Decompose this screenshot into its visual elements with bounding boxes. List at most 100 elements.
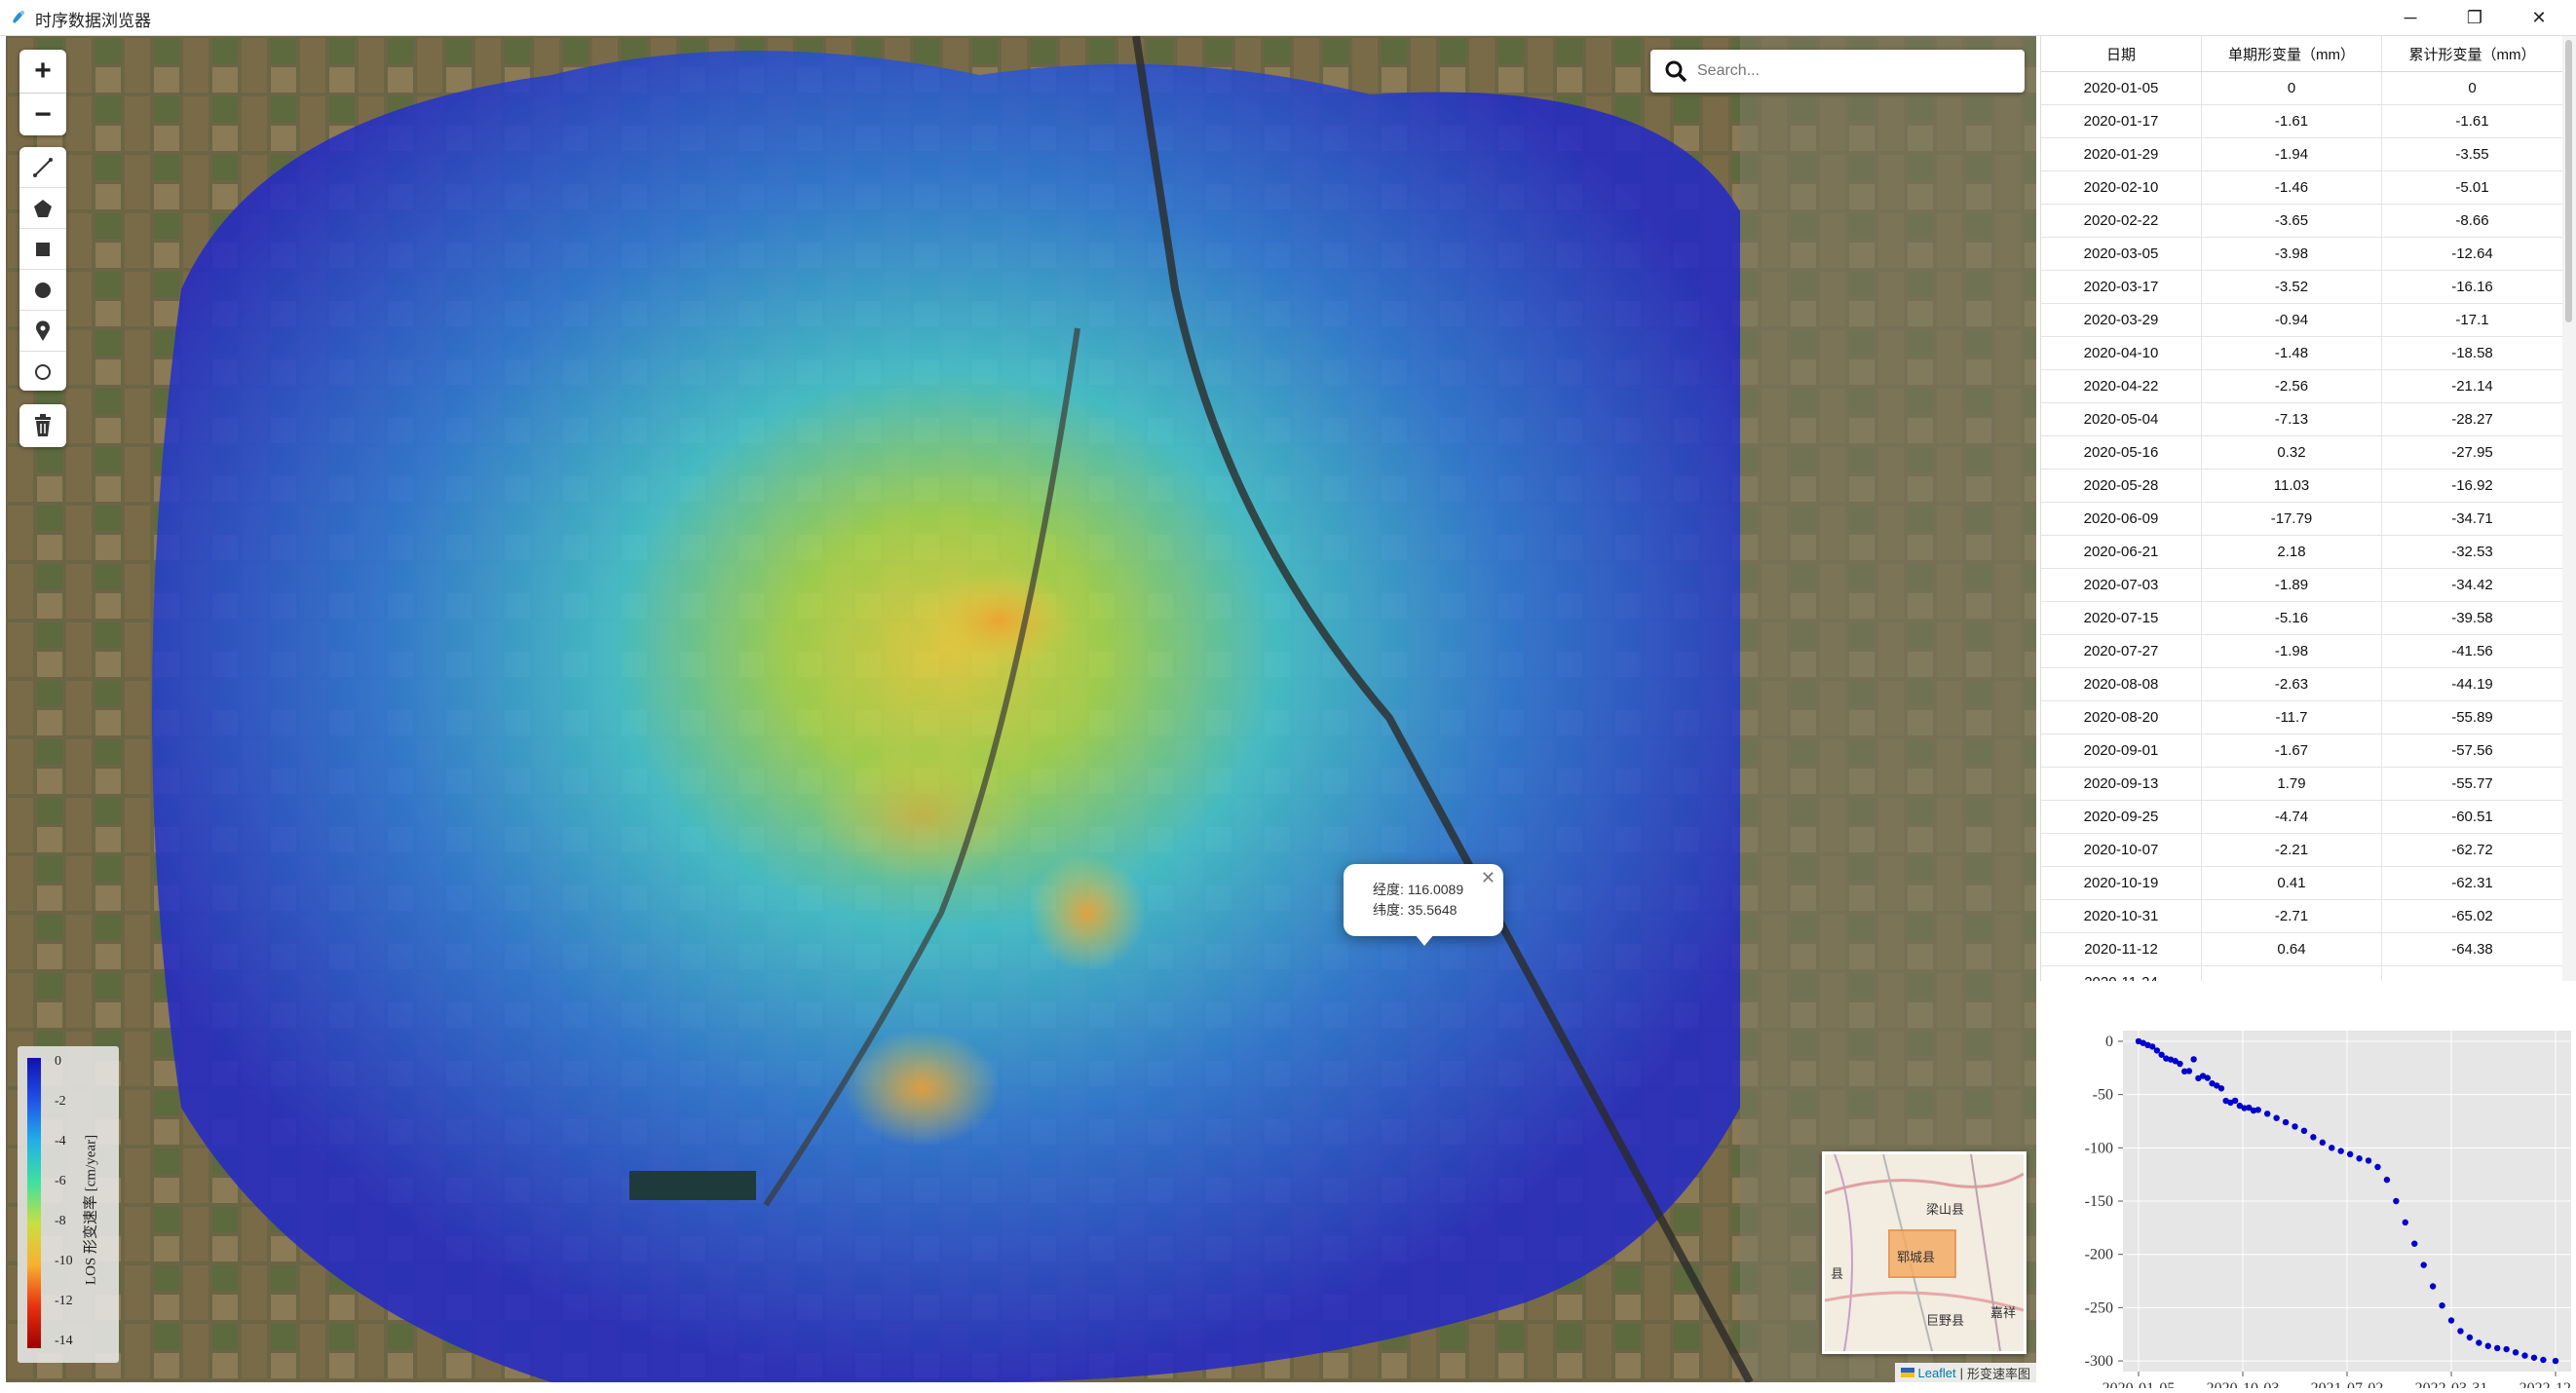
table-row[interactable]: 2020-02-22 -3.65 -8.66 <box>2041 204 2563 238</box>
cell-single: 0.64 <box>2201 932 2382 966</box>
cell-single: -1.67 <box>2201 734 2382 768</box>
legend-tick: -8 <box>55 1214 66 1228</box>
table-row[interactable]: 2020-07-03 -1.89 -34.42 <box>2041 568 2563 602</box>
close-icon[interactable]: ✕ <box>1481 868 1496 888</box>
table-row[interactable]: 2020-04-22 -2.56 -21.14 <box>2041 369 2563 403</box>
x-tick-label: 2020-10-03 <box>2207 1380 2280 1388</box>
zoom-out-button[interactable]: − <box>19 93 66 136</box>
table-scrollbar[interactable] <box>2562 36 2576 981</box>
data-point <box>2503 1345 2510 1353</box>
minimize-button[interactable]: ─ <box>2381 0 2440 35</box>
table-row[interactable]: 2020-09-13 1.79 -55.77 <box>2041 767 2563 801</box>
cell-date: 2020-01-17 <box>2041 104 2202 138</box>
column-header-date[interactable]: 日期 <box>2041 36 2202 72</box>
x-tick-label: 2020-01-05 <box>2102 1380 2176 1388</box>
data-point <box>2484 1342 2491 1349</box>
marker-icon <box>36 320 50 341</box>
table-row[interactable]: 2020-03-17 -3.52 -16.16 <box>2041 270 2563 304</box>
marker-tool-button[interactable] <box>19 310 66 351</box>
cell-single: -1.46 <box>2201 170 2382 205</box>
search-icon[interactable] <box>1664 59 1687 83</box>
cell-cumulative: -65.02 <box>2381 899 2563 933</box>
delete-layers-button[interactable] <box>19 404 66 447</box>
table-row[interactable]: 2020-11-24 <box>2041 965 2563 981</box>
data-point <box>2466 1334 2474 1341</box>
table-row[interactable]: 2020-10-07 -2.21 -62.72 <box>2041 833 2563 867</box>
cell-date: 2020-08-08 <box>2041 667 2202 701</box>
cell-cumulative: -16.16 <box>2381 270 2563 304</box>
table-row[interactable]: 2020-11-12 0.64 -64.38 <box>2041 932 2563 966</box>
polygon-tool-button[interactable] <box>19 187 66 228</box>
table-row[interactable]: 2020-06-09 -17.79 -34.71 <box>2041 502 2563 536</box>
close-button[interactable]: ✕ <box>2510 0 2568 35</box>
cell-single: 0.41 <box>2201 866 2382 900</box>
scrollbar-thumb[interactable] <box>2565 40 2572 322</box>
table-row[interactable]: 2020-09-01 -1.67 -57.56 <box>2041 734 2563 768</box>
zoom-in-button[interactable]: + <box>19 50 66 93</box>
window-title: 时序数据浏览器 <box>35 12 151 30</box>
data-point <box>2185 1068 2193 1074</box>
table-row[interactable]: 2020-07-15 -5.16 -39.58 <box>2041 601 2563 635</box>
cell-cumulative: -41.56 <box>2381 634 2563 668</box>
leaflet-link[interactable]: Leaflet <box>1918 1366 1956 1380</box>
search-input[interactable] <box>1695 56 2011 86</box>
circle-tool-button[interactable] <box>19 269 66 310</box>
table-row[interactable]: 2020-05-04 -7.13 -28.27 <box>2041 402 2563 436</box>
chart-svg: 2020-01-05 2020-10-03 2021-07-02 2022-03-31… <box>2085 1031 2576 1393</box>
table-row[interactable]: 2020-10-19 0.41 -62.31 <box>2041 866 2563 900</box>
cell-date: 2020-03-29 <box>2041 303 2202 337</box>
data-point <box>2552 1357 2559 1365</box>
minimap[interactable]: 梁山县 郓城县 巨野县 嘉祥 县 <box>1822 1151 2027 1354</box>
search-box <box>1650 50 2025 93</box>
legend-tick: -2 <box>55 1094 66 1109</box>
map-layer[interactable] <box>6 36 2036 1382</box>
data-point <box>2204 1074 2212 1081</box>
cell-single: -1.48 <box>2201 336 2382 370</box>
restore-button[interactable]: ❐ <box>2445 0 2504 35</box>
table-row[interactable]: 2020-08-20 -11.7 -55.89 <box>2041 700 2563 734</box>
data-point <box>2540 1356 2547 1364</box>
table-row[interactable]: 2020-01-29 -1.94 -3.55 <box>2041 137 2563 171</box>
table-row[interactable]: 2020-06-21 2.18 -32.53 <box>2041 535 2563 569</box>
table-row[interactable]: 2020-04-10 -1.48 -18.58 <box>2041 336 2563 370</box>
polyline-tool-button[interactable] <box>19 147 66 187</box>
cell-date: 2020-11-12 <box>2041 932 2202 966</box>
data-point <box>2231 1097 2239 1105</box>
table-row[interactable]: 2020-02-10 -1.46 -5.01 <box>2041 170 2563 205</box>
cell-date: 2020-10-19 <box>2041 866 2202 900</box>
table-row[interactable]: 2020-01-17 -1.61 -1.61 <box>2041 104 2563 138</box>
data-point <box>2300 1127 2308 1135</box>
table-row[interactable]: 2020-03-29 -0.94 -17.1 <box>2041 303 2563 337</box>
table-row[interactable]: 2020-07-27 -1.98 -41.56 <box>2041 634 2563 668</box>
data-point <box>2190 1056 2197 1063</box>
cell-date: 2020-07-15 <box>2041 601 2202 635</box>
data-point <box>2383 1176 2391 1184</box>
data-point <box>2310 1134 2317 1141</box>
data-point <box>2329 1145 2335 1151</box>
column-header-cumulative[interactable]: 累计形变量（mm） <box>2381 36 2563 72</box>
cell-single: 0 <box>2201 71 2382 105</box>
table-row[interactable]: 2020-08-08 -2.63 -44.19 <box>2041 667 2563 701</box>
table-body: 2020-01-05 0 0 2020-01-17 -1.61 -1.61 2020-01-… <box>2041 71 2563 981</box>
table-row[interactable]: 2020-10-31 -2.71 -65.02 <box>2041 899 2563 933</box>
legend-title: LOS 形变速率 [cm/year] <box>83 1134 99 1286</box>
y-tick-label: -50 <box>2093 1087 2113 1104</box>
table-row[interactable]: 2020-05-28 11.03 -16.92 <box>2041 469 2563 503</box>
cell-cumulative: -34.42 <box>2381 568 2563 602</box>
table-row[interactable]: 2020-05-16 0.32 -27.95 <box>2041 435 2563 470</box>
data-point <box>2374 1163 2381 1171</box>
column-header-single[interactable]: 单期形变量（mm） <box>2201 36 2382 72</box>
table-row[interactable]: 2020-03-05 -3.98 -12.64 <box>2041 237 2563 271</box>
zoom-control: + − <box>19 50 66 135</box>
data-point <box>2429 1283 2437 1290</box>
circle-icon <box>35 282 51 298</box>
cell-date: 2020-01-29 <box>2041 137 2202 171</box>
table-row[interactable]: 2020-01-05 0 0 <box>2041 71 2563 105</box>
map-view[interactable]: + − ✕ 经度: 116.0089 纬度: 35.5648 <box>6 36 2036 1382</box>
table-row[interactable]: 2020-09-25 -4.74 -60.51 <box>2041 800 2563 834</box>
flag-icon <box>1900 1368 1914 1377</box>
data-point <box>2512 1349 2519 1356</box>
circlemarker-tool-button[interactable] <box>19 351 66 392</box>
table-header-row: 日期 单期形变量（mm） 累计形变量（mm） <box>2041 36 2563 72</box>
rectangle-tool-button[interactable] <box>19 228 66 269</box>
